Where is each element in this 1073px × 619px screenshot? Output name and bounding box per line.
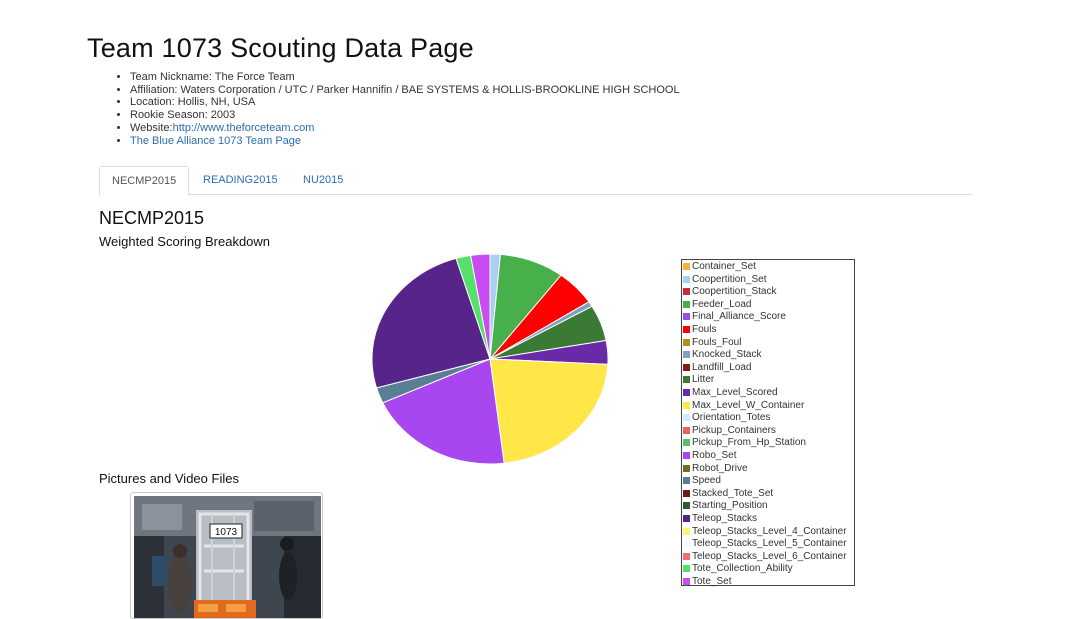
legend-label: Teleop_Stacks_Level_6_Container [692,550,847,562]
legend-label: Robo_Set [692,450,737,461]
legend-label: Pickup_Containers [692,424,776,436]
legend-label: Feeder_Load [692,298,752,310]
legend-label: Stacked_Tote_Set [692,487,774,499]
legend-swatch [683,414,690,422]
legend-label: Pickup_From_Hp_Station [692,437,806,449]
legend-label: Container_Set [692,261,756,272]
team-affiliation: Affiliation: Waters Corporation / UTC / … [130,84,680,97]
pie-slice-max-level-w-container[interactable] [489,358,609,464]
team-location: Location: Hollis, NH, USA [130,96,680,109]
team-nickname: Team Nickname: The Force Team [130,71,680,84]
website-link[interactable]: http://www.theforceteam.com [173,122,315,134]
legend-swatch [683,351,690,359]
legend-label: Teleop_Stacks [692,513,758,524]
legend-swatch [683,338,690,346]
chart-legend: Container_Set Coopertition_Set Coopertitio… [681,259,855,587]
legend-swatch [683,288,690,296]
legend-label: Orientation_Totes [692,412,771,424]
legend-swatch [683,263,690,270]
legend-swatch [683,489,690,497]
team-info-list: Team Nickname: The Force Team Affiliatio… [114,71,680,147]
legend-label: Final_Alliance_Score [692,311,786,323]
legend-swatch [683,578,690,585]
robot-photo[interactable]: 1073 [130,492,323,619]
robot-photo-image: 1073 [134,496,321,618]
pie-chart [371,253,609,465]
legend-label: Fouls [692,324,717,335]
legend-label: Teleop_Stacks_Level_4_Container [692,525,847,537]
pictures-title: Pictures and Video Files [99,471,239,486]
legend-swatch [683,565,690,573]
legend-label: Teleop_Stacks_Level_5_Container [692,538,847,550]
legend-swatch [683,452,690,459]
legend-swatch [683,527,690,535]
legend-swatch [683,326,690,333]
legend-swatch [683,477,690,485]
legend-swatch [683,515,690,522]
legend-label: Speed [692,475,721,487]
legend-swatch [683,426,690,434]
tab-necmp2015[interactable]: NECMP2015 [99,166,190,196]
legend-swatch [683,275,690,283]
event-tabs: NECMP2015 READING2015 NU2015 [99,166,972,196]
robot-number-label: 1073 [215,527,238,538]
blue-alliance-item: The Blue Alliance 1073 Team Page [130,135,680,148]
team-website: Website:http://www.theforceteam.com [130,122,680,135]
legend-label: Coopertition_Stack [692,286,777,298]
legend-swatch [683,363,690,371]
legend-label: Knocked_Stack [692,349,762,361]
legend-label: Tote_Set [692,576,732,587]
legend-swatch [683,313,690,321]
legend-label: Coopertition_Set [692,273,767,285]
legend-label: Max_Level_Scored [692,387,778,398]
website-prefix: Website: [130,121,173,134]
tab-nu2015[interactable]: NU2015 [291,166,355,194]
legend-swatch [683,300,690,308]
legend-swatch [683,552,690,560]
legend-swatch [683,389,690,396]
chart-title: Weighted Scoring Breakdown [99,234,271,249]
blue-alliance-link[interactable]: The Blue Alliance 1073 Team Page [130,135,301,147]
legend-label: Max_Level_W_Container [692,399,805,411]
legend-swatch [683,376,690,384]
legend-swatch [683,502,690,510]
tab-reading2015[interactable]: READING2015 [191,166,290,194]
legend-swatch [683,540,690,548]
legend-label: Starting_Position [692,500,768,512]
page-title: Team 1073 Scouting Data Page [87,33,474,63]
legend-label: Landfill_Load [692,361,752,373]
team-rookie-season: Rookie Season: 2003 [130,109,680,122]
legend-label: Litter [692,374,715,386]
legend-label: Fouls_Foul [692,336,742,348]
legend-label: Tote_Collection_Ability [692,563,793,575]
legend-swatch [683,439,690,447]
section-title: NECMP2015 [99,208,205,228]
legend-swatch [683,401,690,409]
legend-swatch [683,464,690,472]
legend-label: Robot_Drive [692,462,748,474]
